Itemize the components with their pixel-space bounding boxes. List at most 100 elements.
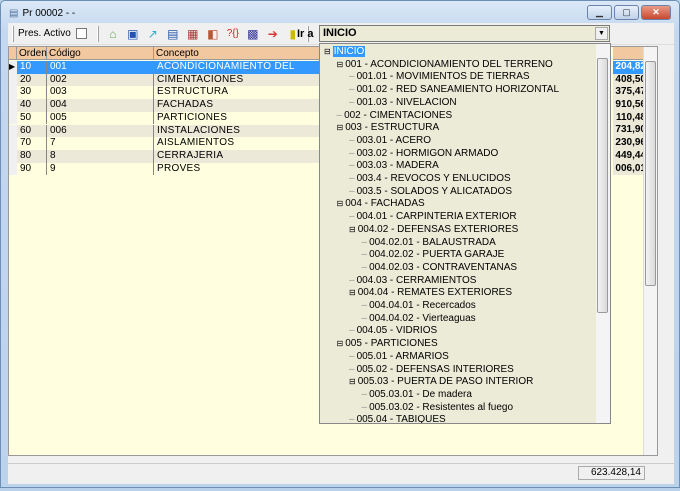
tree-node[interactable]: –005.03.02 - Resistentes al fuego <box>362 402 514 415</box>
calculator-icon[interactable]: ▩ <box>245 26 261 42</box>
cell-concepto[interactable]: FACHADAS <box>154 99 324 112</box>
tree-node[interactable]: –003.5 - SOLADOS Y ALICATADOS <box>349 186 512 199</box>
grid-vertical-scrollbar[interactable] <box>643 47 657 455</box>
forward-icon[interactable]: ➔ <box>265 26 281 42</box>
tree-node[interactable]: –003.01 - ACERO <box>349 135 431 148</box>
cell-orden[interactable]: 80 <box>17 149 47 163</box>
cell-orden[interactable]: 90 <box>17 162 47 176</box>
table-row[interactable]: 90 9 PROVES <box>9 162 324 176</box>
tree-node[interactable]: ⊟ 001 - ACONDICIONAMIENTO DEL TERRENO <box>337 59 553 72</box>
cell-concepto[interactable]: CERRAJERIA <box>154 149 324 163</box>
edit-arrow-icon[interactable]: ↗ <box>145 26 161 42</box>
tree-node[interactable]: ⊟ 005 - PARTICIONES <box>337 338 438 351</box>
cell-concepto[interactable]: PARTICIONES <box>154 111 324 125</box>
chevron-down-icon[interactable]: ▼ <box>595 27 608 40</box>
collapse-icon[interactable]: ⊟ <box>337 199 344 208</box>
cell-concepto[interactable]: PROVES <box>154 162 324 176</box>
cell-codigo[interactable]: 7 <box>47 137 154 150</box>
cell-concepto[interactable]: ACONDICIONAMIENTO DEL TERRENO <box>154 61 324 85</box>
collapse-icon[interactable]: ⊟ <box>349 288 356 297</box>
collapse-icon[interactable]: ⊟ <box>337 339 344 348</box>
column-header-codigo[interactable]: Código <box>47 47 154 60</box>
tree-node[interactable]: ⊟ 004.02 - DEFENSAS EXTERIORES <box>349 224 518 237</box>
cell-codigo[interactable]: 006 <box>47 124 154 138</box>
tree-node[interactable]: –004.05 - VIDRIOS <box>349 325 437 338</box>
table-row[interactable]: 50 005 PARTICIONES <box>9 111 324 125</box>
tree-node-label: 003.01 - ACERO <box>356 134 432 146</box>
document-export-icon[interactable]: ▤ <box>165 26 181 42</box>
tree-node[interactable]: –002 - CIMENTACIONES <box>337 110 453 123</box>
maximize-button[interactable]: ▢ <box>614 5 639 20</box>
cell-codigo[interactable]: 003 <box>47 86 154 100</box>
table-row[interactable]: 70 7 AISLAMIENTOS <box>9 137 324 150</box>
tree-node[interactable]: –001.01 - MOVIMIENTOS DE TIERRAS <box>349 71 530 84</box>
tree-node[interactable]: ⊟ 004 - FACHADAS <box>337 198 425 211</box>
collapse-icon[interactable]: ⊟ <box>349 225 356 234</box>
cell-concepto[interactable]: ESTRUCTURA <box>154 86 324 100</box>
scrollbar-thumb[interactable] <box>645 61 656 286</box>
tree-node[interactable]: –004.02.01 - BALAUSTRADA <box>362 237 496 250</box>
tree-node[interactable]: ⊟ 003 - ESTRUCTURA <box>337 122 440 135</box>
tree-node-label: 003.02 - HORMIGON ARMADO <box>356 147 499 159</box>
tree-node[interactable]: ⊟ INICIO <box>324 46 366 59</box>
tree-node[interactable]: –001.02 - RED SANEAMIENTO HORIZONTAL <box>349 84 559 97</box>
cell-orden[interactable]: 20 <box>17 73 47 87</box>
close-button[interactable]: ✕ <box>641 5 671 20</box>
search-document-icon[interactable]: ◧ <box>205 26 221 42</box>
collapse-icon[interactable]: ⊟ <box>337 123 344 132</box>
tree-node[interactable]: –004.01 - CARPINTERIA EXTERIOR <box>349 211 517 224</box>
pres-activo-checkbox[interactable] <box>75 28 87 39</box>
home-icon[interactable]: ⌂ <box>105 26 121 42</box>
table-row[interactable]: 60 006 INSTALACIONES <box>9 124 324 138</box>
cell-codigo[interactable]: 004 <box>47 99 154 112</box>
cell-orden[interactable]: 60 <box>17 124 47 138</box>
tree-node[interactable]: –004.02.02 - PUERTA GARAJE <box>362 249 505 262</box>
table-row[interactable]: ▶ 10 001 ACONDICIONAMIENTO DEL TERRENO <box>9 61 324 85</box>
tree-node[interactable]: ⊟ 005.03 - PUERTA DE PASO INTERIOR <box>349 376 533 389</box>
cell-orden[interactable]: 40 <box>17 99 47 112</box>
toolbar-grip[interactable] <box>12 25 14 42</box>
cell-orden[interactable]: 30 <box>17 86 47 100</box>
cell-codigo[interactable]: 005 <box>47 111 154 125</box>
tree-node-label: 005.03.02 - Resistentes al fuego <box>369 401 514 413</box>
tree-node[interactable]: –004.04.02 - Vierteaguas <box>362 313 476 326</box>
tree-node[interactable]: –003.03 - MADERA <box>349 160 439 173</box>
cell-codigo[interactable]: 001 <box>47 61 154 74</box>
cell-codigo[interactable]: 002 <box>47 73 154 87</box>
copy-document-icon[interactable]: ▦ <box>185 26 201 42</box>
cell-codigo[interactable]: 8 <box>47 149 154 163</box>
tree-node[interactable]: –004.02.03 - CONTRAVENTANAS <box>362 262 518 275</box>
tree-node[interactable]: –005.01 - ARMARIOS <box>349 351 449 364</box>
cell-orden[interactable]: 70 <box>17 137 47 150</box>
tree-node[interactable]: –003.02 - HORMIGON ARMADO <box>349 148 498 161</box>
table-row[interactable]: 80 8 CERRAJERIA <box>9 149 324 163</box>
tree-node[interactable]: –005.03.01 - De madera <box>362 389 472 402</box>
cell-orden[interactable]: 50 <box>17 111 47 125</box>
tree-node[interactable]: –005.02 - DEFENSAS INTERIORES <box>349 364 514 377</box>
tree-scrollbar[interactable] <box>596 44 610 423</box>
collapse-icon[interactable]: ⊟ <box>349 377 356 386</box>
collapse-icon[interactable]: ⊟ <box>324 47 331 56</box>
cell-concepto[interactable]: AISLAMIENTOS <box>154 137 324 150</box>
tree-node[interactable]: –003.4 - REVOCOS Y ENLUCIDOS <box>349 173 511 186</box>
collapse-icon[interactable]: ⊟ <box>337 60 344 69</box>
ir-a-combobox[interactable]: INICIO ▼ <box>319 25 610 42</box>
cell-concepto[interactable]: CIMENTACIONES <box>154 73 324 87</box>
column-header-orden[interactable]: Orden <box>17 47 47 60</box>
cell-codigo[interactable]: 9 <box>47 162 154 176</box>
cell-concepto[interactable]: INSTALACIONES <box>154 124 324 138</box>
cell-orden[interactable]: 10 <box>17 61 47 74</box>
scrollbar-thumb[interactable] <box>597 58 608 313</box>
table-row[interactable]: 40 004 FACHADAS <box>9 99 324 112</box>
tree-node[interactable]: –004.04.01 - Recercados <box>362 300 476 313</box>
table-row[interactable]: 20 002 CIMENTACIONES <box>9 73 324 87</box>
tree-node[interactable]: –001.03 - NIVELACION <box>349 97 457 110</box>
column-header-concepto[interactable]: Concepto <box>154 47 324 60</box>
tree-node[interactable]: –004.03 - CERRAMIENTOS <box>349 275 476 288</box>
help-brackets-icon[interactable]: ?{} <box>225 26 241 42</box>
minimize-button[interactable]: ▁ <box>587 5 612 20</box>
tree-node[interactable]: –005.04 - TABIQUES <box>349 414 446 423</box>
tree-node[interactable]: ⊟ 004.04 - REMATES EXTERIORES <box>349 287 512 300</box>
add-document-icon[interactable]: ▣ <box>125 26 141 42</box>
table-row[interactable]: 30 003 ESTRUCTURA <box>9 86 324 100</box>
